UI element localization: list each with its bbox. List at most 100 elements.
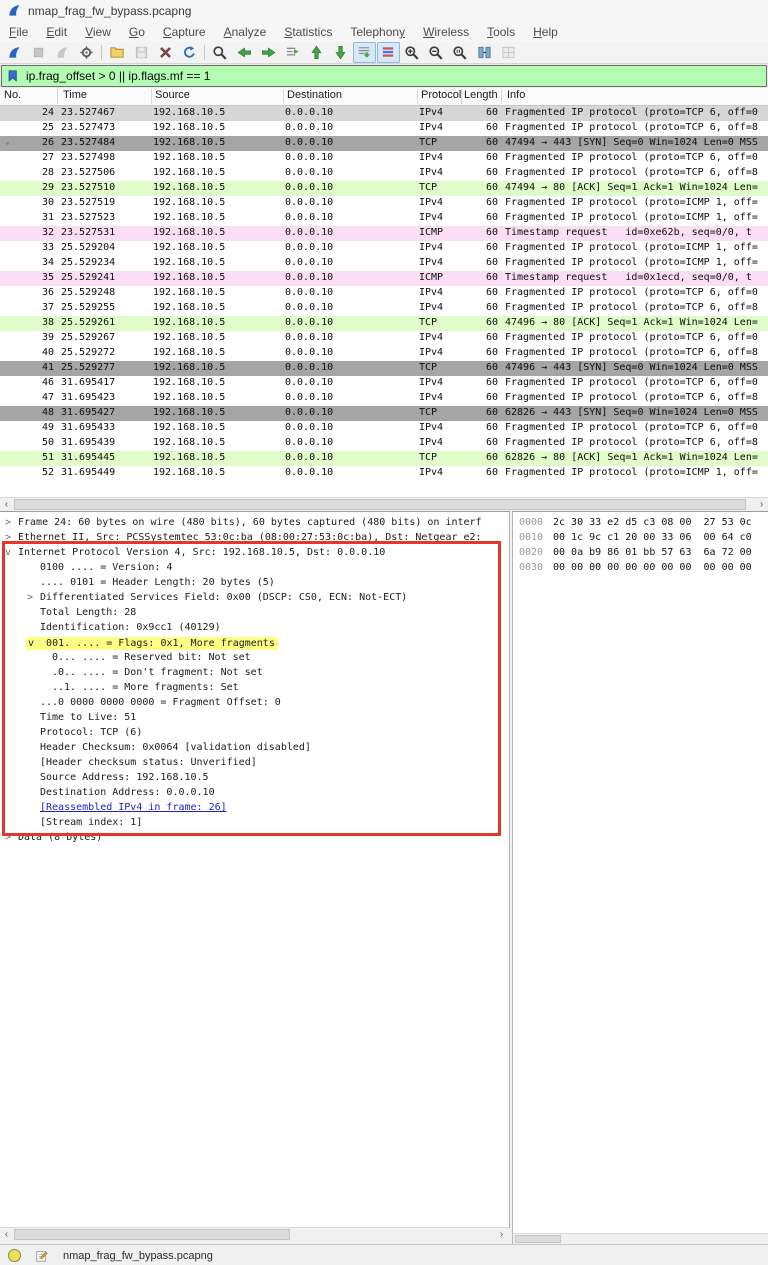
menu-file[interactable]: File	[0, 23, 37, 41]
scroll-left-arrow[interactable]: ‹	[0, 1228, 13, 1241]
detail-line[interactable]: [Stream index: 1]	[0, 817, 509, 832]
detail-line[interactable]: Destination Address: 0.0.0.10	[0, 787, 509, 802]
expert-info-icon[interactable]	[8, 1249, 21, 1262]
capture-options-button[interactable]	[75, 42, 98, 63]
packet-row-47[interactable]: 4731.695423192.168.10.50.0.0.10IPv460Fra…	[0, 391, 768, 406]
detail-line[interactable]: >Data (8 bytes)	[0, 832, 509, 847]
detail-line[interactable]: >Differentiated Services Field: 0x00 (DS…	[0, 592, 509, 607]
packet-row-52[interactable]: 5231.695449192.168.10.50.0.0.10IPv460Fra…	[0, 466, 768, 481]
colorize-toggle[interactable]	[377, 42, 400, 63]
save-file-button[interactable]	[130, 42, 153, 63]
reload-file-button[interactable]	[178, 42, 201, 63]
menu-telephony[interactable]: Telephony	[341, 23, 414, 41]
detail-line[interactable]: .0.. .... = Don't fragment: Not set	[0, 667, 509, 682]
packet-row-48[interactable]: 4831.695427192.168.10.50.0.0.10TCP606282…	[0, 406, 768, 421]
packet-row-34[interactable]: 3425.529234192.168.10.50.0.0.10IPv460Fra…	[0, 256, 768, 271]
scroll-right-arrow[interactable]: ›	[755, 498, 768, 511]
packet-row-31[interactable]: 3123.527523192.168.10.50.0.0.10IPv460Fra…	[0, 211, 768, 226]
detail-line[interactable]: Identification: 0x9cc1 (40129)	[0, 622, 509, 637]
packet-row-49[interactable]: 4931.695433192.168.10.50.0.0.10IPv460Fra…	[0, 421, 768, 436]
find-packet-button[interactable]	[209, 42, 232, 63]
go-last-packet-button[interactable]	[329, 42, 352, 63]
detail-line[interactable]: 0100 .... = Version: 4	[0, 562, 509, 577]
packet-row-27[interactable]: 2723.527498192.168.10.50.0.0.10IPv460Fra…	[0, 151, 768, 166]
column-separator[interactable]	[283, 89, 284, 104]
column-header-protocol[interactable]: Protocol	[421, 89, 465, 104]
detail-line[interactable]: vv 001. .... = Flags: 0x1, More fragment…	[0, 637, 509, 652]
auto-scroll-toggle[interactable]	[353, 42, 376, 63]
detail-line[interactable]: [Reassembled IPv4 in frame: 26]	[0, 802, 509, 817]
packet-row-33[interactable]: 3325.529204192.168.10.50.0.0.10IPv460Fra…	[0, 241, 768, 256]
collapsed-arrow-icon[interactable]: >	[5, 532, 11, 543]
hex-row[interactable]: 00002c 30 33 e2 d5 c3 08 00 27 53 0c	[513, 517, 768, 532]
menu-statistics[interactable]: Statistics	[275, 23, 341, 41]
expanded-arrow-icon[interactable]: v	[5, 547, 11, 558]
column-separator[interactable]	[501, 89, 502, 104]
packet-row-24[interactable]: 2423.527467192.168.10.50.0.0.10IPv460Fra…	[0, 106, 768, 121]
go-to-packet-button[interactable]	[281, 42, 304, 63]
column-header-info[interactable]: Info	[507, 89, 768, 104]
detail-line[interactable]: >Ethernet II, Src: PCSSystemtec_53:0c:ba…	[0, 532, 509, 547]
detail-line[interactable]: >Frame 24: 60 bytes on wire (480 bits), …	[0, 517, 509, 532]
packet-row-35[interactable]: 3525.529241192.168.10.50.0.0.10ICMP60Tim…	[0, 271, 768, 286]
packet-list-hscrollbar[interactable]: ‹›	[0, 497, 768, 512]
menu-view[interactable]: View	[76, 23, 120, 41]
detail-line[interactable]: Header Checksum: 0x0064 [validation disa…	[0, 742, 509, 757]
packet-row-36[interactable]: 3625.529248192.168.10.50.0.0.10IPv460Fra…	[0, 286, 768, 301]
column-separator[interactable]	[57, 89, 58, 104]
menu-capture[interactable]: Capture	[154, 23, 215, 41]
scroll-thumb[interactable]	[515, 1235, 561, 1243]
packet-row-32[interactable]: 3223.527531192.168.10.50.0.0.10ICMP60Tim…	[0, 226, 768, 241]
packet-row-50[interactable]: 5031.695439192.168.10.50.0.0.10IPv460Fra…	[0, 436, 768, 451]
scroll-thumb[interactable]	[14, 1229, 290, 1240]
capture-comment-icon[interactable]	[35, 1249, 49, 1263]
menu-edit[interactable]: Edit	[37, 23, 76, 41]
details-hscrollbar[interactable]: ‹›	[0, 1227, 509, 1242]
packet-row-26[interactable]: 2623.527484192.168.10.50.0.0.10TCP604749…	[0, 136, 768, 151]
stop-capture-button[interactable]	[27, 42, 50, 63]
collapsed-arrow-icon[interactable]: >	[5, 832, 11, 843]
column-header-destination[interactable]: Destination	[287, 89, 417, 104]
reassembled-frame-link[interactable]: [Reassembled IPv4 in frame: 26]	[40, 802, 227, 813]
detail-line[interactable]: ..1. .... = More fragments: Set	[0, 682, 509, 697]
column-separator[interactable]	[417, 89, 418, 104]
detail-line[interactable]: Total Length: 28	[0, 607, 509, 622]
detail-line[interactable]: Protocol: TCP (6)	[0, 727, 509, 742]
packet-row-30[interactable]: 3023.527519192.168.10.50.0.0.10IPv460Fra…	[0, 196, 768, 211]
detail-line[interactable]: vInternet Protocol Version 4, Src: 192.1…	[0, 547, 509, 562]
detail-line[interactable]: 0... .... = Reserved bit: Not set	[0, 652, 509, 667]
menu-analyze[interactable]: Analyze	[215, 23, 276, 41]
menu-tools[interactable]: Tools	[478, 23, 524, 41]
detail-line[interactable]: Source Address: 192.168.10.5	[0, 772, 509, 787]
hex-row[interactable]: 003000 00 00 00 00 00 00 00 00 00 00	[513, 562, 768, 577]
restart-capture-button[interactable]	[51, 42, 74, 63]
menu-wireless[interactable]: Wireless	[414, 23, 478, 41]
packet-row-38[interactable]: 3825.529261192.168.10.50.0.0.10TCP604749…	[0, 316, 768, 331]
packet-row-40[interactable]: 4025.529272192.168.10.50.0.0.10IPv460Fra…	[0, 346, 768, 361]
scroll-thumb[interactable]	[14, 499, 746, 510]
hex-row[interactable]: 001000 1c 9c c1 20 00 33 06 00 64 c0	[513, 532, 768, 547]
start-capture-button[interactable]	[3, 42, 26, 63]
column-separator[interactable]	[151, 89, 152, 104]
resize-columns-button[interactable]	[473, 42, 496, 63]
layout-button[interactable]	[497, 42, 520, 63]
scroll-left-arrow[interactable]: ‹	[0, 498, 13, 511]
hex-row[interactable]: 002000 0a b9 86 01 bb 57 63 6a 72 00	[513, 547, 768, 562]
packet-row-28[interactable]: 2823.527506192.168.10.50.0.0.10IPv460Fra…	[0, 166, 768, 181]
menu-go[interactable]: Go	[120, 23, 154, 41]
collapsed-arrow-icon[interactable]: >	[5, 517, 11, 528]
packet-row-51[interactable]: 5131.695445192.168.10.50.0.0.10TCP606282…	[0, 451, 768, 466]
go-first-packet-button[interactable]	[305, 42, 328, 63]
close-file-button[interactable]	[154, 42, 177, 63]
filter-bookmark-icon[interactable]	[7, 68, 20, 84]
column-header-no[interactable]: No.	[4, 89, 54, 104]
packet-row-29[interactable]: 2923.527510192.168.10.50.0.0.10TCP604749…	[0, 181, 768, 196]
go-forward-button[interactable]	[257, 42, 280, 63]
packet-row-25[interactable]: 2523.527473192.168.10.50.0.0.10IPv460Fra…	[0, 121, 768, 136]
column-header-length[interactable]: Length	[464, 89, 500, 104]
zoom-normal-button[interactable]	[449, 42, 472, 63]
collapsed-arrow-icon[interactable]: >	[27, 592, 33, 603]
zoom-out-button[interactable]	[425, 42, 448, 63]
open-file-button[interactable]	[106, 42, 129, 63]
zoom-in-button[interactable]	[401, 42, 424, 63]
